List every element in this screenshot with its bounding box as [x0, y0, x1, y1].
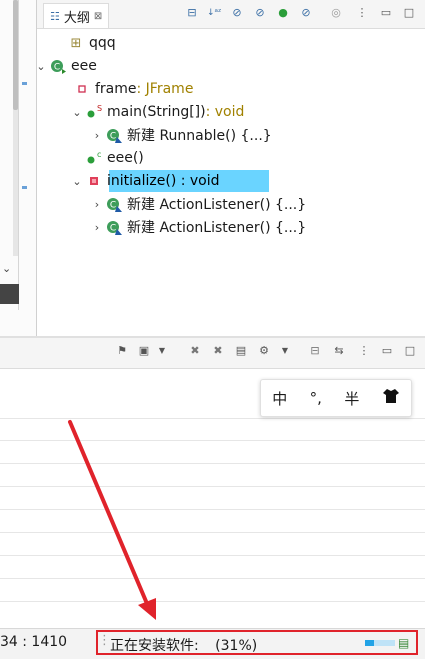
grid-line: [0, 418, 425, 419]
minimize-icon[interactable]: ▭: [380, 344, 394, 358]
ime-language-toggle[interactable]: 中: [272, 388, 287, 409]
minimize-icon[interactable]: ⊟: [308, 344, 322, 358]
tree-item-constructor[interactable]: c eee(): [85, 147, 144, 169]
tree-item-label: frame: [95, 81, 137, 97]
link-icon[interactable]: ⇆: [332, 344, 346, 358]
view-menu-icon[interactable]: ⋮: [357, 344, 371, 358]
tree-item-label: main(String[]): [107, 104, 206, 120]
console-toolbar: ⚑ ▣ ▼ ✖ ✖ ▤ ⚙ ▼ ⊟ ⇆ ⋮ ▭ □: [0, 338, 425, 369]
import-icon: ⊞: [70, 35, 82, 51]
tree-item-anonymous-class[interactable]: › C 新建 ActionListener() {...}: [89, 193, 306, 215]
chevron-right-icon[interactable]: ›: [89, 198, 105, 211]
terminate-icon[interactable]: ✖: [188, 344, 202, 358]
anonymous-class-icon: C: [105, 219, 123, 235]
grid-line: [0, 486, 425, 487]
tree-item-method[interactable]: ⌄ S main(String[]) : void: [69, 101, 244, 123]
tree-item-anonymous-class[interactable]: › C 新建 Runnable() {...}: [89, 124, 272, 146]
svg-text:S: S: [97, 104, 102, 113]
outline-tree: ⊞ qqq ⌄ C eee frame : JFrame ⌄ S main(St…: [36, 29, 425, 334]
overview-marker[interactable]: [22, 82, 27, 85]
grid-line: [0, 601, 425, 602]
tree-item-type: : void: [205, 104, 245, 120]
svg-text:C: C: [110, 201, 116, 211]
maximize-icon[interactable]: □: [403, 344, 417, 358]
tree-item-field[interactable]: frame : JFrame: [73, 78, 193, 100]
outline-toolbar: ☷ 大纲 ⊠ ⊟ ↓ᵃᶻ ⊘ ⊘ ● ⊘ ◎ ⋮ ▭ □: [37, 0, 425, 29]
skin-icon[interactable]: [382, 388, 400, 408]
close-icon[interactable]: ⊠: [94, 11, 102, 22]
tree-item-type: : JFrame: [136, 81, 194, 97]
tree-item-label: 新建 Runnable() {...}: [127, 128, 272, 144]
collapse-all-icon[interactable]: ⊟: [185, 6, 199, 20]
pin-icon[interactable]: ⚑: [115, 344, 129, 358]
grid-line: [0, 440, 425, 441]
overview-marker[interactable]: [22, 186, 27, 189]
tree-item-label: initialize() : void: [107, 173, 220, 189]
outline-icon: ☷: [50, 9, 60, 23]
tab-outline-label: 大纲: [63, 10, 90, 26]
chevron-right-icon[interactable]: ›: [89, 129, 105, 142]
private-field-icon: [73, 81, 91, 97]
grid-line: [0, 509, 425, 510]
tree-item-label: eee: [71, 58, 97, 74]
grid-line: [0, 555, 425, 556]
public-static-method-icon: S: [85, 104, 103, 120]
tree-item-label: 新建 ActionListener() {...}: [127, 220, 307, 236]
grid-line: [0, 463, 425, 464]
tab-outline[interactable]: ☷ 大纲 ⊠: [43, 3, 110, 28]
tree-item-class[interactable]: ⌄ C eee: [33, 55, 97, 77]
chevron-down-icon[interactable]: ⌄: [69, 106, 85, 119]
anonymous-class-icon: C: [105, 127, 123, 143]
ime-width-toggle[interactable]: 半: [344, 388, 359, 409]
sort-icon[interactable]: ↓ᵃᶻ: [207, 6, 221, 20]
anonymous-class-icon: C: [105, 196, 123, 212]
svg-text:C: C: [110, 132, 116, 142]
editor-thumbnail: [0, 284, 19, 304]
open-console-icon[interactable]: ⚙: [257, 344, 271, 358]
outline-view: ☷ 大纲 ⊠ ⊟ ↓ᵃᶻ ⊘ ⊘ ● ⊘ ◎ ⋮ ▭ □ ⊞ qqq ⌄ C e…: [36, 0, 425, 336]
tree-item-label: eee(): [107, 150, 144, 166]
hide-fields-icon[interactable]: ⊘: [230, 6, 244, 20]
highlight-box: [96, 630, 418, 655]
editor-ruler-line: [18, 0, 19, 310]
cursor-position: 34 : 1410: [0, 634, 68, 650]
editor-scrollbar-thumb[interactable]: [13, 0, 18, 110]
svg-text:C: C: [110, 224, 116, 234]
ime-punctuation-toggle[interactable]: °,: [310, 389, 322, 407]
minimize-icon[interactable]: ▭: [379, 6, 393, 20]
tree-item-anonymous-class[interactable]: › C 新建 ActionListener() {...}: [89, 216, 306, 238]
grid-line: [0, 578, 425, 579]
display-console-icon[interactable]: ▣: [137, 344, 151, 358]
hide-non-public-icon[interactable]: ●: [276, 6, 290, 20]
view-menu-icon[interactable]: ⋮: [355, 6, 369, 20]
hide-local-types-icon[interactable]: ⊘: [299, 6, 313, 20]
svg-text:c: c: [97, 150, 101, 159]
remove-all-icon[interactable]: ✖: [211, 344, 225, 358]
link-editor-icon[interactable]: ◎: [329, 6, 343, 20]
chevron-down-icon[interactable]: ▼: [155, 344, 169, 358]
tree-item-package[interactable]: ⊞ qqq: [51, 32, 116, 54]
ime-toolbar: 中 °, 半: [260, 379, 412, 417]
chevron-down-icon[interactable]: ⌄: [69, 175, 85, 188]
hide-static-icon[interactable]: ⊘: [253, 6, 267, 20]
grid-line: [0, 532, 425, 533]
chevron-right-icon[interactable]: ›: [89, 221, 105, 234]
chevron-down-icon[interactable]: ⌄: [33, 60, 49, 73]
maximize-icon[interactable]: □: [402, 6, 416, 20]
clear-console-icon[interactable]: ▤: [234, 344, 248, 358]
chevron-down-icon[interactable]: ⌄: [2, 262, 11, 275]
tree-item-method-selected[interactable]: ⌄ initialize() : void: [69, 170, 220, 192]
class-icon: C: [49, 58, 67, 74]
tree-item-label: 新建 ActionListener() {...}: [127, 197, 307, 213]
tree-item-label: qqq: [89, 35, 116, 51]
constructor-icon: c: [85, 150, 103, 166]
svg-text:C: C: [54, 63, 60, 73]
chevron-down-icon[interactable]: ▼: [278, 344, 292, 358]
private-method-icon: [85, 173, 103, 189]
